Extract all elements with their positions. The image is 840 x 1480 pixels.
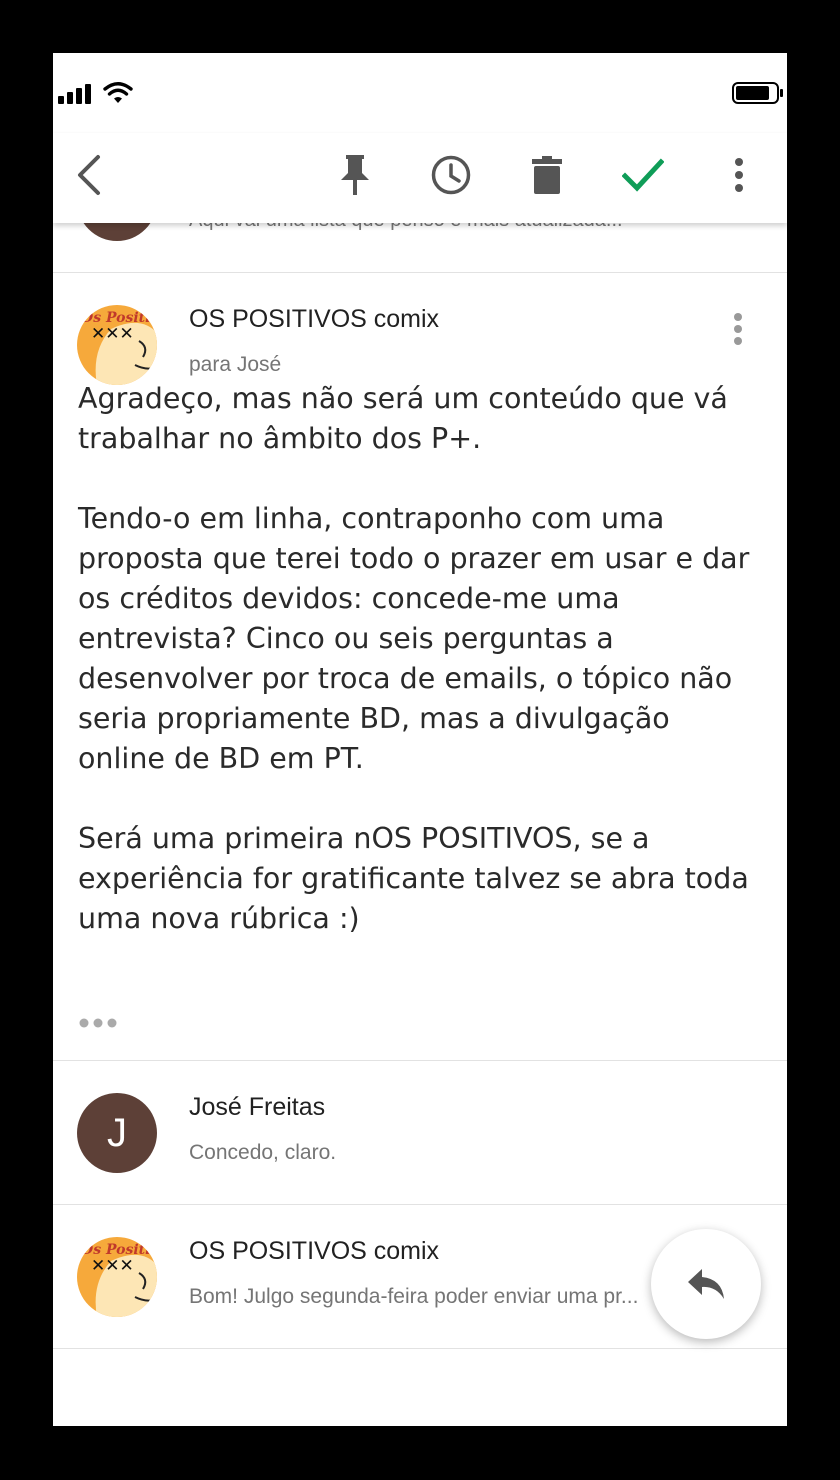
message-body: Agradeço, mas não será um conteúdo que v… <box>78 379 758 939</box>
message-snippet: Bom! Julgo segunda-feira poder enviar um… <box>189 1285 639 1308</box>
more-vert-icon <box>735 158 743 192</box>
done-button[interactable] <box>615 147 671 203</box>
pin-icon <box>341 155 369 195</box>
trash-icon <box>532 156 562 194</box>
back-button[interactable] <box>61 147 117 203</box>
status-bar <box>53 53 787 133</box>
delete-button[interactable] <box>519 147 575 203</box>
show-trimmed-content-button[interactable] <box>78 1017 118 1029</box>
message-paragraph: Será uma primeira nOS POSITIVOS, se a ex… <box>78 822 749 935</box>
more-vert-icon <box>734 313 742 345</box>
message-paragraph: Agradeço, mas não será um conteúdo que v… <box>78 382 728 455</box>
message-more-button[interactable] <box>723 311 753 347</box>
avatar: Os Positivos ✕✕✕ <box>77 1237 157 1317</box>
message-paragraph: Tendo-o em linha, contraponho com uma pr… <box>78 502 750 775</box>
battery-icon <box>732 82 783 104</box>
avatar[interactable]: Os Positivos ✕✕✕ <box>77 305 157 385</box>
sender-name: OS POSITIVOS comix <box>189 305 440 333</box>
sender-name: José Freitas <box>189 1093 326 1121</box>
expanded-message: Os Positivos ✕✕✕ OS POSITIVOS comix para… <box>53 273 787 1061</box>
arrow-back-icon <box>78 155 100 195</box>
reply-button[interactable] <box>651 1229 761 1339</box>
pin-button[interactable] <box>327 147 383 203</box>
snooze-button[interactable] <box>423 147 479 203</box>
reply-icon <box>688 1269 724 1299</box>
sender-name: OS POSITIVOS comix <box>189 1237 440 1265</box>
message-snippet: Concedo, claro. <box>189 1141 337 1164</box>
svg-text:✕✕✕: ✕✕✕ <box>91 324 134 344</box>
os-positivos-logo-icon: Os Positivos ✕✕✕ <box>77 305 157 385</box>
svg-text:✕✕✕: ✕✕✕ <box>91 1256 134 1276</box>
avatar: J <box>77 1093 157 1173</box>
collapsed-message[interactable]: J José Freitas Concedo, claro. <box>53 1061 787 1205</box>
recipient-label[interactable]: para José <box>189 353 281 377</box>
more-options-button[interactable] <box>711 147 767 203</box>
wifi-icon <box>103 82 133 103</box>
check-icon <box>622 158 664 192</box>
os-positivos-logo-icon: Os Positivos ✕✕✕ <box>77 1237 157 1317</box>
conversation-toolbar <box>53 133 787 223</box>
clock-icon <box>431 155 471 195</box>
phone-screen: Aqui vai uma lista que penso é mais atua… <box>53 53 787 1426</box>
cellular-signal-icon <box>58 82 94 104</box>
